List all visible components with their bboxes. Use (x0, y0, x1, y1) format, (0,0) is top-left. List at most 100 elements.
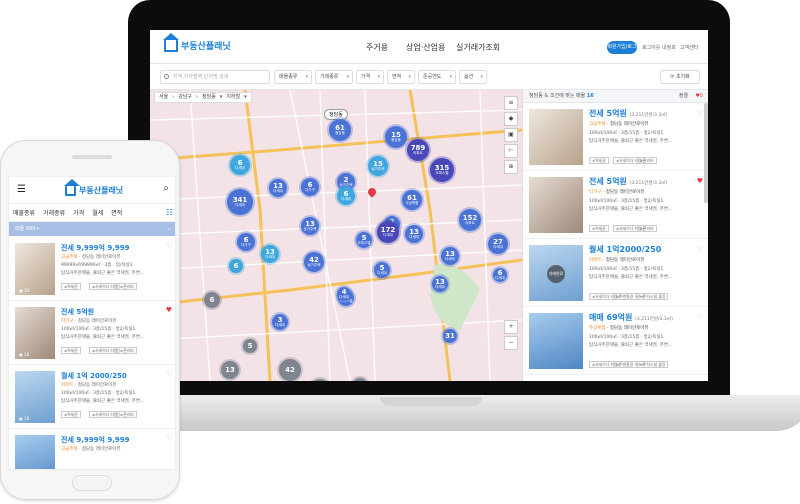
satellite-icon[interactable]: ▣ (504, 128, 518, 142)
listing-price[interactable]: 전세 5억원 (589, 380, 627, 381)
map-cluster[interactable]: 6 (204, 292, 220, 308)
search-input[interactable]: 지역,지하철역,단지명 검색 (160, 70, 270, 84)
filter-price[interactable]: 가격 (356, 70, 384, 84)
listing-price[interactable]: 매매 69억원 (3.211만원/3.3㎡) (589, 312, 673, 323)
favorite-heart-icon[interactable]: ♥ (697, 177, 703, 185)
panel-scrollbar[interactable] (704, 103, 708, 203)
map-cluster[interactable]: 13 다세대 (269, 179, 287, 197)
map-cluster[interactable]: 789 아파트 (407, 139, 429, 161)
locate-icon[interactable]: ⊕ (504, 160, 518, 174)
mobile-listing-card[interactable]: ▣ 10 전세 9,999억 9,999 고급주택 · 청담동 래미안로이뷰 9999… (9, 237, 175, 301)
listing-price[interactable]: 전세 5억원 (61, 307, 94, 317)
map-cluster[interactable]: 15 상가주택 (368, 156, 388, 176)
mobile-brand-logo[interactable]: 부동산플래닛 (64, 178, 123, 196)
map-cluster[interactable]: 31 (443, 329, 457, 343)
listing-photo[interactable] (15, 435, 55, 469)
map-cluster[interactable]: 13 (221, 361, 239, 379)
filter-area[interactable]: 면적 (387, 70, 415, 84)
favorites-heart-icon[interactable]: ♥0 (695, 90, 703, 103)
filter-settings-icon[interactable]: ☷ (162, 208, 175, 217)
stack-icon[interactable]: ◆ (504, 112, 518, 126)
support-link[interactable]: 고객센터 (680, 44, 698, 51)
map-cluster[interactable]: 42 상가주택 (304, 252, 324, 272)
sort-dropdown[interactable]: 정렬 (679, 90, 688, 103)
layers-icon[interactable]: ≡ (504, 96, 518, 110)
favorite-heart-icon[interactable]: ♡ (697, 109, 703, 117)
map-cluster[interactable]: 13 다세대 (432, 276, 448, 292)
listing-price[interactable]: 전세 9,999억 9,999 (61, 435, 129, 445)
listing-price[interactable]: 전세 9,999억 9,999 (61, 243, 129, 253)
phone-home-button[interactable] (72, 475, 112, 491)
m-filter-type[interactable]: 매물종류 (9, 208, 39, 217)
listing-card[interactable]: 거래완료 월세 1억2000/250 아파트 · 청담동 래미안로이뷰 100㎡/1… (523, 239, 708, 307)
listing-price[interactable]: 전세 5억원 (3.211만원/3.3㎡) (589, 176, 667, 187)
m-filter-rent[interactable]: 월세 (88, 208, 107, 217)
filter-deal-type[interactable]: 거래종류 (315, 70, 353, 84)
filter-year[interactable]: 준공연도 (418, 70, 456, 84)
listing-photo[interactable] (529, 109, 583, 165)
listing-price[interactable]: 월세 1억 2000/250 (61, 371, 127, 381)
chevron-down-icon[interactable]: ⌄ (167, 222, 171, 236)
zoom-in-button[interactable]: + (504, 320, 518, 334)
zoom-out-button[interactable]: − (504, 336, 518, 350)
listing-price[interactable]: 월세 1억2000/250 (589, 244, 661, 255)
mobile-listing-card[interactable]: ▣ 10 월세 1억 2000/250 아파트 · 청담동 래미안로이뷰 100㎡/1… (9, 365, 175, 429)
favorite-heart-icon[interactable]: ♡ (166, 242, 172, 250)
map-cluster[interactable]: 3 다세대 (272, 314, 288, 330)
map-cluster[interactable]: 61 주상복합 (402, 190, 422, 210)
nav-price-lookup[interactable]: 실거래가조회 (456, 42, 500, 53)
listing-card[interactable]: 전세 5억원 · ♡ (523, 375, 708, 381)
myinfo-link[interactable]: 내정보 (662, 44, 676, 51)
favorite-heart-icon[interactable]: ♥ (166, 306, 172, 314)
map-cluster[interactable]: 42 (279, 359, 301, 381)
listing-card[interactable]: 전세 5억원 (3.211만원/3.3㎡) 고급주택 · 청담동 래미안로이뷰 10… (523, 103, 708, 171)
listing-card[interactable]: 매매 69억원 (3.211만원/3.3㎡) 주상복합 · 청담동 래미안로이뷰 1… (523, 307, 708, 375)
map-cluster[interactable]: 172 다세대 (377, 221, 399, 243)
favorite-heart-icon[interactable]: ♡ (166, 434, 172, 442)
map-cluster[interactable]: 152 아파트 (459, 209, 481, 231)
m-filter-deal[interactable]: 거래종류 (39, 208, 69, 217)
map-cluster[interactable]: 6 다가구 (301, 178, 319, 196)
filter-property-type[interactable]: 매물종류 (274, 70, 312, 84)
map-view[interactable]: 서울 › 강남구 › 청담동 ▾ 지하철 ▾ 청담동 61 청담동 15 청담동 789 아파트 6… (150, 90, 522, 381)
map-cluster[interactable]: 27 다세대 (488, 234, 508, 254)
map-cluster[interactable]: 6 다세대 (230, 155, 250, 175)
m-filter-price[interactable]: 가격 (69, 208, 88, 217)
map-cluster[interactable]: 315 오피스텔 (430, 158, 454, 182)
signup-button[interactable]: 회원가입/로그인 (607, 41, 637, 63)
map-cluster[interactable]: 61 청담동 (329, 119, 351, 141)
favorite-heart-icon[interactable]: ♡ (166, 370, 172, 378)
favorite-heart-icon[interactable]: ♡ (697, 313, 703, 321)
map-cluster[interactable]: 341 다세대 (227, 189, 253, 215)
logout-link[interactable]: 로그아웃 (642, 44, 660, 51)
map-cluster[interactable]: 5 다세대 (374, 262, 390, 278)
map-cluster[interactable]: 13 다세대 (405, 225, 423, 243)
ruler-icon[interactable]: ⊢ (504, 144, 518, 158)
map-cluster[interactable]: 5 오피스텔 (356, 232, 372, 248)
search-icon[interactable]: ⌕ (163, 183, 169, 194)
mobile-listing-card[interactable]: ▣ 10 전세 5억원 다가구 · 청담동 래미안로이뷰 100㎡/100㎡ · 3층… (9, 301, 175, 365)
map-cluster[interactable]: 6 다세대 (337, 187, 355, 205)
reset-button[interactable]: ⟳ 초기화 (660, 70, 700, 84)
map-cluster[interactable]: 4 다세대 (337, 287, 351, 301)
listing-photo[interactable] (529, 313, 583, 369)
favorite-heart-icon[interactable]: ♡ (697, 245, 703, 253)
map-cluster[interactable]: 15 청담동 (385, 126, 407, 148)
filter-options[interactable]: 옵션 (459, 70, 487, 84)
map-cluster[interactable]: 13 상가주택 (301, 217, 319, 235)
map-cluster[interactable]: 6 다세대 (493, 268, 507, 282)
nav-residential[interactable]: 주거용 (366, 42, 388, 53)
map-cluster[interactable]: 5 (243, 339, 257, 353)
map-cluster[interactable]: 6 (229, 259, 243, 273)
listing-price[interactable]: 전세 5억원 (3.211만원/3.3㎡) (589, 108, 667, 119)
m-filter-area[interactable]: 면적 (107, 208, 126, 217)
listing-photo[interactable] (529, 177, 583, 233)
brand-logo[interactable]: 부동산플래닛 (163, 32, 231, 52)
mobile-listing-card[interactable]: 전세 9,999억 9,999 고급주택 · 청담동 래미안로이뷰 ♡ (9, 429, 175, 469)
listing-card[interactable]: 전세 5억원 (3.211만원/3.3㎡) 다가구 · 청담동 래미안로이뷰 100… (523, 171, 708, 239)
nav-commercial[interactable]: 상업·산업용 (406, 42, 445, 53)
map-cluster[interactable]: 13 다세대 (441, 247, 459, 265)
menu-icon[interactable]: ☰ (17, 184, 26, 195)
map-cluster[interactable]: 6 다가구 (237, 233, 255, 251)
map-cluster[interactable]: 13 다세대 (261, 245, 279, 263)
